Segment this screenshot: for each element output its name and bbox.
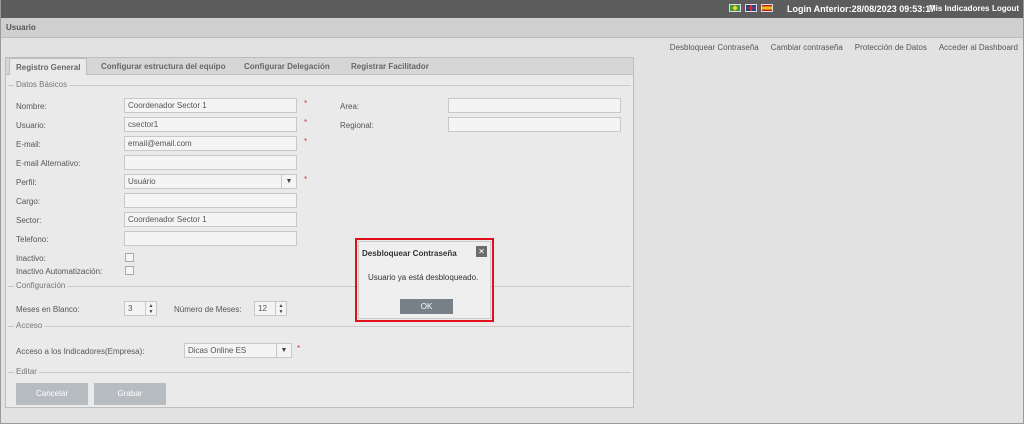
unlock-password-dialog: Desbloquear Contraseña ✕ Usuario ya está… (358, 241, 491, 319)
acceso-value: Dicas Online ES (188, 346, 247, 355)
action-links: Desbloquear Contraseña Cambiar contraseñ… (670, 43, 1018, 52)
required-mark: * (304, 175, 308, 184)
regional-label: Regional: (340, 121, 374, 130)
page-title-bar: Usuario (1, 18, 1023, 38)
dashboard-link[interactable]: Acceder al Dashboard (939, 43, 1018, 52)
meses-blanco-stepper[interactable]: 3 ▲ ▼ (124, 301, 157, 316)
inactivo-label: Inactivo: (16, 254, 46, 263)
ok-button[interactable]: OK (400, 299, 453, 314)
meses-blanco-value: 3 (128, 304, 133, 313)
telefono-label: Telefono: (16, 235, 49, 244)
last-login-text: Login Anterior:28/08/2023 09:53:17 (787, 4, 936, 14)
chevron-down-icon[interactable]: ▼ (281, 175, 296, 188)
tab-facilitador[interactable]: Registrar Facilitador (351, 58, 429, 75)
section-title: Configuración (14, 281, 68, 290)
section-title: Acceso (14, 321, 45, 330)
inactivo-auto-checkbox[interactable] (125, 266, 134, 275)
top-bar: Login Anterior:28/08/2023 09:53:17 Mis I… (1, 0, 1023, 18)
change-password-link[interactable]: Cambiar contraseña (771, 43, 843, 52)
email-alt-label: E-mail Alternativo: (16, 159, 81, 168)
email-field[interactable]: email@email.com (124, 136, 297, 151)
logout-link[interactable]: Logout (992, 4, 1019, 13)
tab-delegacion[interactable]: Configurar Delegación (244, 58, 330, 75)
meses-blanco-label: Meses en Blanco: (16, 305, 80, 314)
cancel-button[interactable]: Cancelar (16, 383, 88, 405)
dialog-title: Desbloquear Contraseña (362, 249, 457, 258)
nombre-input[interactable]: Coordenador Sector 1 (124, 98, 297, 113)
required-mark: * (297, 344, 301, 353)
tab-estructura-equipo[interactable]: Configurar estructura del equipo (101, 58, 225, 75)
cargo-input[interactable] (124, 193, 297, 208)
inactivo-checkbox[interactable] (125, 253, 134, 262)
acceso-label: Acceso a los Indicadores(Empresa): (16, 347, 145, 356)
sector-input[interactable]: Coordenador Sector 1 (124, 212, 297, 227)
usuario-label: Usuario: (16, 121, 46, 130)
acceso-select[interactable]: Dicas Online ES ▼ (184, 343, 292, 358)
save-button[interactable]: Grabar (94, 383, 166, 405)
data-protection-link[interactable]: Protección de Datos (855, 43, 927, 52)
usuario-input[interactable]: csector1 (124, 117, 297, 132)
required-mark: * (304, 137, 308, 146)
inactivo-auto-label: Inactivo Automatización: (16, 267, 103, 276)
user-form-panel: Registro General Configurar estructura d… (5, 57, 634, 408)
perfil-select[interactable]: Usuário ▼ (124, 174, 297, 189)
flag-uk-icon[interactable] (745, 4, 757, 12)
sector-label: Sector: (16, 216, 42, 225)
language-flags (729, 4, 773, 12)
regional-input[interactable] (448, 117, 621, 132)
required-mark: * (304, 118, 308, 127)
email-alt-field[interactable] (124, 155, 297, 170)
num-meses-label: Número de Meses: (174, 305, 242, 314)
unlock-password-link[interactable]: Desbloquear Contraseña (670, 43, 759, 52)
close-icon[interactable]: ✕ (476, 246, 487, 257)
num-meses-value: 12 (258, 304, 267, 313)
chevron-down-icon[interactable]: ▼ (276, 344, 291, 357)
cargo-label: Cargo: (16, 197, 41, 206)
section-title: Editar (14, 367, 39, 376)
tab-registro-general[interactable]: Registro General (9, 58, 88, 75)
area-input[interactable] (448, 98, 621, 113)
email-label: E-mail: (16, 140, 41, 149)
num-meses-stepper[interactable]: 12 ▲ ▼ (254, 301, 287, 316)
telefono-input[interactable] (124, 231, 297, 246)
section-title: Datos Básicos (14, 80, 70, 89)
area-label: Area: (340, 102, 360, 111)
flag-brazil-icon[interactable] (729, 4, 741, 12)
page-title: Usuario (6, 23, 36, 32)
required-mark: * (304, 99, 308, 108)
section-basic-data: Datos Básicos (8, 80, 631, 285)
perfil-value: Usuário (128, 177, 156, 186)
dialog-message: Usuario ya está desbloqueado. (368, 273, 479, 282)
perfil-label: Perfil: (16, 178, 37, 187)
my-indicators-link[interactable]: Mis Indicadores (929, 4, 989, 13)
flag-spain-icon[interactable] (761, 4, 773, 12)
spinner-icon[interactable]: ▲ ▼ (145, 302, 156, 315)
nombre-label: Nombre: (16, 102, 47, 111)
section-configuration: Configuración (8, 281, 631, 324)
spinner-icon[interactable]: ▲ ▼ (275, 302, 286, 315)
tab-bar: Registro General Configurar estructura d… (6, 58, 633, 75)
